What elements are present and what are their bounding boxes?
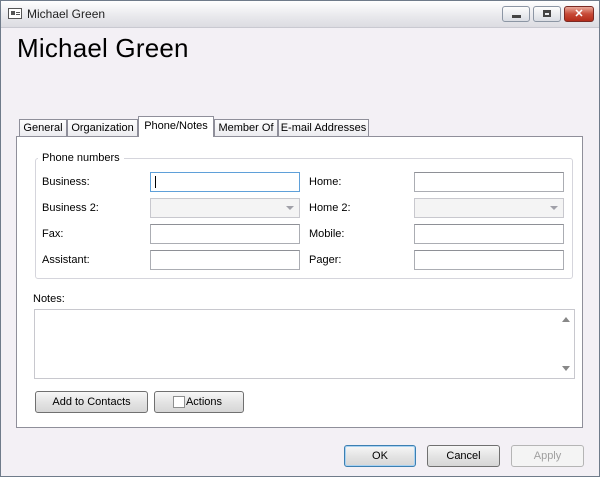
assistant-field[interactable] [150,250,300,270]
tab-phone-notes[interactable]: Phone/Notes [138,116,214,137]
apply-button[interactable]: Apply [511,445,584,467]
scroll-down-icon[interactable] [562,366,570,371]
mobile-label: Mobile: [309,228,345,240]
tab-email-addresses[interactable]: E-mail Addresses [278,119,369,136]
window-title: Michael Green [27,7,106,21]
page-title: Michael Green [17,33,189,63]
tab-general[interactable]: General [19,119,67,136]
fax-label: Fax: [42,228,64,240]
contact-card-icon [8,8,22,19]
ok-button[interactable]: OK [344,445,416,467]
mobile-field[interactable] [414,224,564,244]
business-2-label: Business 2: [42,202,99,214]
pager-label: Pager: [309,254,342,266]
chevron-down-icon [286,206,294,210]
business-label: Business: [42,176,90,188]
home-label: Home: [309,176,342,188]
business-field[interactable] [150,172,300,192]
pager-field[interactable] [414,250,564,270]
phone-notes-panel: Phone numbers Business: Business 2: Fax:… [16,136,583,428]
minimize-button[interactable] [502,6,530,22]
business-2-combo[interactable] [150,198,300,218]
notes-label: Notes: [33,293,65,305]
tab-member-of[interactable]: Member Of [214,119,278,136]
fax-field[interactable] [150,224,300,244]
actions-label: Actions [185,396,223,408]
notes-textarea[interactable] [34,309,575,379]
minimize-icon [512,15,521,18]
close-icon: ✕ [574,8,584,20]
actions-button[interactable]: Actions [154,391,244,413]
title-bar[interactable]: Michael Green ✕ [1,1,599,28]
add-to-contacts-button[interactable]: Add to Contacts [35,391,148,413]
notes-scrollbar[interactable] [558,310,574,378]
close-button[interactable]: ✕ [564,6,594,22]
home-field[interactable] [414,172,564,192]
chevron-down-icon [550,206,558,210]
home-2-label: Home 2: [309,202,351,214]
assistant-label: Assistant: [42,254,90,266]
phone-numbers-group-title: Phone numbers [38,152,124,164]
cancel-button[interactable]: Cancel [427,445,500,467]
tab-organization[interactable]: Organization [67,119,138,136]
checkbox-icon [173,396,185,408]
contact-properties-window: Michael Green ✕ Michael Green General Or… [0,0,600,477]
scroll-up-icon[interactable] [562,317,570,322]
maximize-icon [543,10,551,17]
maximize-button[interactable] [533,6,561,22]
home-2-combo[interactable] [414,198,564,218]
